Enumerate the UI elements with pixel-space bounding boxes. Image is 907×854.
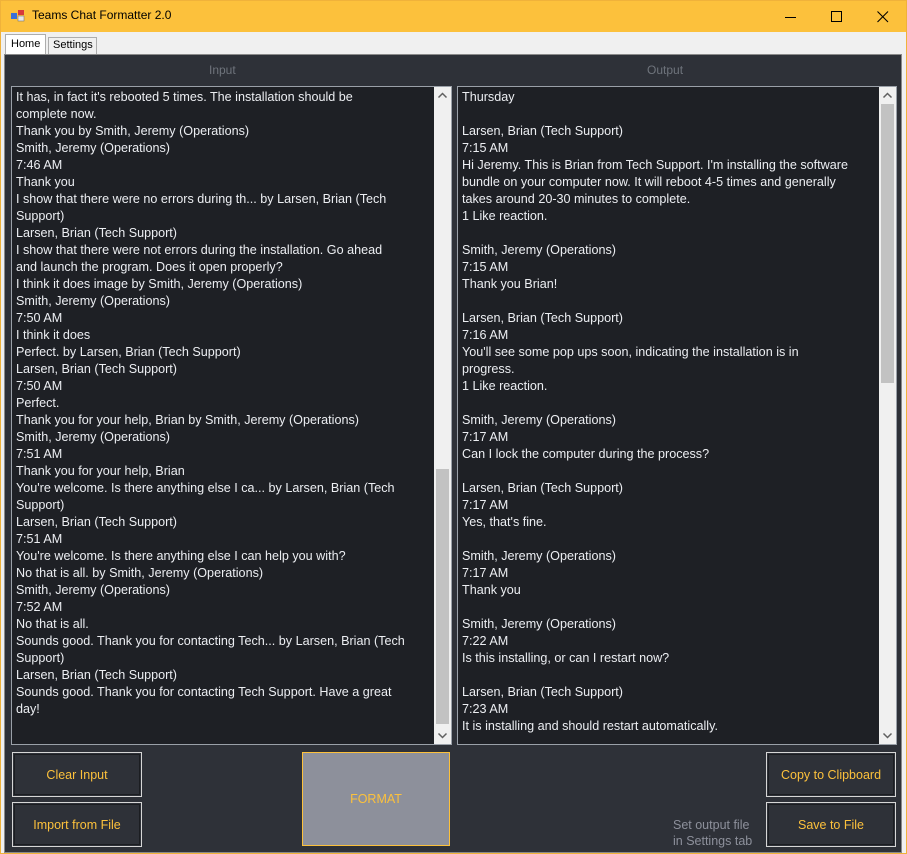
input-text[interactable]: It has, in fact it's rebooted 5 times. T… xyxy=(16,89,405,718)
close-icon xyxy=(877,11,889,23)
input-scrollbar[interactable] xyxy=(434,87,451,744)
copy-to-clipboard-button[interactable]: Copy to Clipboard xyxy=(766,752,896,797)
output-file-hint: Set output file in Settings tab xyxy=(673,818,753,848)
output-text[interactable]: Thursday Larsen, Brian (Tech Support) 7:… xyxy=(462,89,848,735)
import-from-file-button[interactable]: Import from File xyxy=(12,802,142,847)
save-to-file-button[interactable]: Save to File xyxy=(766,802,896,847)
format-button[interactable]: FORMAT xyxy=(302,752,450,846)
app-window: Teams Chat Formatter 2.0 Home Settings I… xyxy=(0,0,907,854)
clear-input-button[interactable]: Clear Input xyxy=(12,752,142,797)
home-panel: Input Output It has, in fact it's reboot… xyxy=(4,54,902,853)
tab-home[interactable]: Home xyxy=(5,34,46,55)
input-label: Input xyxy=(209,63,236,77)
format-label: FORMAT xyxy=(350,792,402,806)
tab-settings[interactable]: Settings xyxy=(48,37,97,54)
output-scrollbar[interactable] xyxy=(879,87,896,744)
minimize-button[interactable] xyxy=(768,1,814,32)
app-icon xyxy=(11,10,25,22)
scroll-up-arrow-icon[interactable] xyxy=(879,87,896,104)
maximize-icon xyxy=(831,11,842,22)
maximize-button[interactable] xyxy=(814,1,860,32)
tab-strip: Home Settings xyxy=(1,32,906,55)
output-scroll-thumb[interactable] xyxy=(881,104,894,383)
output-label: Output xyxy=(647,63,684,77)
scroll-down-arrow-icon[interactable] xyxy=(879,727,896,744)
title-bar[interactable]: Teams Chat Formatter 2.0 xyxy=(1,1,906,32)
minimize-icon xyxy=(785,17,796,18)
close-button[interactable] xyxy=(860,1,906,32)
input-textbox[interactable]: It has, in fact it's rebooted 5 times. T… xyxy=(11,86,452,745)
scroll-up-arrow-icon[interactable] xyxy=(434,87,451,104)
scroll-down-arrow-icon[interactable] xyxy=(434,727,451,744)
input-scroll-thumb[interactable] xyxy=(436,469,449,724)
output-textbox[interactable]: Thursday Larsen, Brian (Tech Support) 7:… xyxy=(457,86,897,745)
window-title: Teams Chat Formatter 2.0 xyxy=(32,8,172,22)
